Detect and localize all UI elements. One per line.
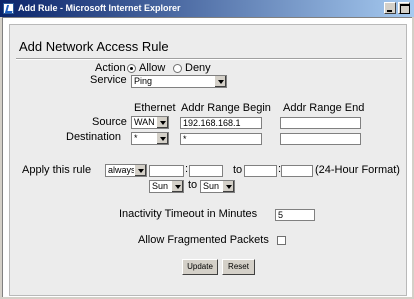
start-day-select[interactable]: Sun [149, 180, 184, 193]
start-minute-field[interactable] [189, 165, 223, 177]
service-select[interactable]: Ping [131, 75, 227, 88]
service-label: Service [90, 74, 127, 86]
destination-addr-begin-field[interactable]: * [180, 133, 262, 145]
chevron-down-icon[interactable] [156, 133, 168, 144]
chevron-down-icon[interactable] [214, 76, 226, 87]
start-day-value: Sun [152, 181, 169, 191]
end-day-value: Sun [203, 181, 220, 191]
page-title: Add Network Access Rule [19, 39, 169, 54]
allow-radio[interactable] [127, 64, 136, 73]
chevron-down-icon[interactable] [134, 165, 146, 176]
apply-rule-value: always [108, 165, 136, 175]
deny-radio[interactable] [173, 64, 182, 73]
source-addr-begin-field[interactable]: 192.168.168.1 [180, 117, 262, 129]
ie-logo-icon [3, 3, 14, 14]
minimize-button[interactable] [384, 2, 396, 14]
fragmented-packets-label: Allow Fragmented Packets [138, 234, 269, 246]
chevron-down-icon[interactable] [171, 181, 183, 192]
destination-addr-end-field[interactable] [280, 133, 361, 145]
end-minute-field[interactable] [281, 165, 313, 177]
ethernet-column-header: Ethernet [134, 102, 176, 114]
destination-ethernet-value: * [134, 133, 138, 143]
start-time-separator: : [185, 163, 189, 175]
reset-button[interactable]: Reset [222, 259, 255, 275]
source-ethernet-value: WAN [134, 117, 155, 127]
day-to-label: to [188, 179, 198, 191]
form-panel: Add Network Access Rule Action Allow Den… [9, 24, 407, 296]
addr-end-column-header: Addr Range End [283, 102, 365, 114]
addr-begin-column-header: Addr Range Begin [181, 102, 271, 114]
title-bar: Add Rule - Microsoft Internet Explorer [0, 0, 414, 17]
to-label: to [233, 164, 243, 176]
fragmented-packets-checkbox[interactable] [277, 236, 286, 245]
timeout-label: Inactivity Timeout in Minutes [119, 208, 258, 220]
end-day-select[interactable]: Sun [200, 180, 235, 193]
browser-window: Add Rule - Microsoft Internet Explorer A… [0, 0, 414, 299]
window-title: Add Rule - Microsoft Internet Explorer [18, 3, 181, 13]
update-button[interactable]: Update [182, 259, 218, 275]
action-label: Action [95, 62, 126, 74]
timeout-field[interactable]: 5 [275, 209, 315, 221]
heading-divider [16, 58, 402, 60]
apply-rule-select[interactable]: always [105, 164, 147, 177]
source-ethernet-select[interactable]: WAN [131, 116, 169, 129]
source-label: Source [92, 116, 127, 128]
deny-label: Deny [185, 62, 211, 74]
start-hour-field[interactable] [149, 165, 184, 177]
time-format-note: (24-Hour Format) [315, 164, 400, 176]
service-value: Ping [134, 76, 153, 86]
end-hour-field[interactable] [244, 165, 277, 177]
maximize-button[interactable] [398, 2, 410, 14]
apply-rule-label: Apply this rule [22, 164, 92, 176]
page-content: Add Network Access Rule Action Allow Den… [2, 17, 412, 297]
allow-label: Allow [139, 62, 166, 74]
source-addr-end-field[interactable] [280, 117, 361, 129]
destination-label: Destination [66, 131, 122, 143]
chevron-down-icon[interactable] [156, 117, 168, 128]
chevron-down-icon[interactable] [222, 181, 234, 192]
destination-ethernet-select[interactable]: * [131, 132, 169, 145]
